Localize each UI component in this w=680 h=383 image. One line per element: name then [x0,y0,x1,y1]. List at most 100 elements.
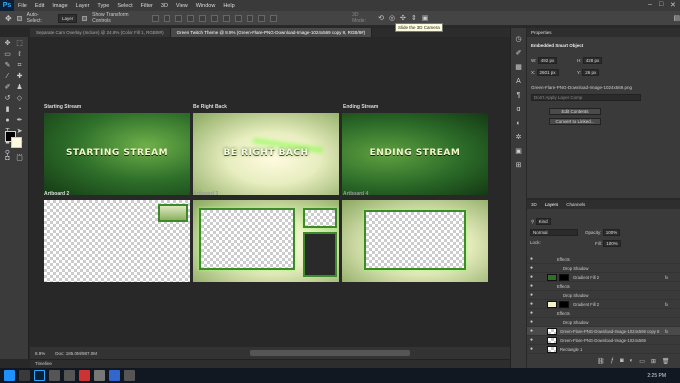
visibility-eye-icon[interactable]: ● [530,302,535,307]
properties-tab[interactable]: Properties [527,28,680,37]
align-left-icon[interactable] [187,14,195,22]
visibility-eye-icon[interactable]: ● [530,266,535,271]
path-select-icon[interactable]: ➤ [15,128,24,136]
layer-style-icon[interactable]: ƒ [611,358,614,365]
layer-row[interactable]: ● Effects [527,282,680,291]
layer-row[interactable]: ● Gradient Fill 2 fx [527,273,680,282]
styles-panel-icon[interactable]: ▣ [514,148,523,156]
layer-row[interactable]: ● Green-Flare-PNG-Download-Image-1024x569 [527,336,680,345]
marquee-tool-icon[interactable]: ▭ [3,51,12,59]
eraser-tool-icon[interactable]: ◇ [15,95,24,103]
artboard-label-starting[interactable]: Starting Stream [44,104,81,110]
visibility-eye-icon[interactable]: ● [530,293,535,298]
artboard-label-2[interactable]: Artboard 2 [44,191,69,197]
align-top-icon[interactable] [151,14,159,22]
horizontal-scrollbar[interactable] [250,350,410,356]
screen-mode-icon[interactable]: ▢ [15,155,24,163]
layer-row[interactable]: ● Effects [527,309,680,318]
pen-tool-icon[interactable]: ✒ [15,117,24,125]
menu-file[interactable]: File [14,3,31,9]
tab-3d[interactable]: 3D [531,200,537,209]
photoshop-taskbar-icon[interactable] [34,370,45,381]
opacity-field[interactable]: 100% [602,229,621,236]
chrome-taskbar-icon[interactable] [79,370,90,381]
maximize-icon[interactable]: □ [659,1,663,8]
new-group-icon[interactable]: ▭ [639,358,645,365]
close-icon[interactable]: ✕ [670,1,676,9]
menu-filter[interactable]: Filter [137,3,157,9]
visibility-eye-icon[interactable]: ● [530,338,535,343]
tab-layers[interactable]: Layers [545,200,559,209]
align-right-icon[interactable] [211,14,218,22]
tab-separate-cam-overlay[interactable]: Separate Cam Overlay (Inclure) @ 24.8% (… [30,28,171,37]
menu-type[interactable]: Type [93,3,113,9]
glyphs-panel-icon[interactable]: ɑ [514,106,523,114]
menu-image[interactable]: Image [48,3,71,9]
eyedropper-icon[interactable]: ⁄ [3,73,12,81]
menu-edit[interactable]: Edit [31,3,48,9]
brush-tool-icon[interactable]: ✐ [3,84,12,92]
artboard-4-canvas[interactable] [342,200,488,282]
quick-select-icon[interactable]: ✎ [3,62,12,70]
artboard-2-canvas[interactable] [44,200,190,282]
crop-tool-icon[interactable]: ⌗ [15,62,24,70]
healing-brush-icon[interactable]: ✚ [15,73,24,81]
artboard-3-canvas[interactable] [193,200,339,282]
layer-row[interactable]: ● Rectangle 1 [527,345,680,354]
layer-comp-dropdown[interactable]: Don't Apply Layer Comp [531,94,641,101]
auto-select-dropdown[interactable]: Layer [57,13,78,23]
minimize-icon[interactable]: – [648,1,652,8]
app-taskbar-icon[interactable] [64,370,75,381]
starting-stream-artboard[interactable]: STARTING STREAM [44,113,190,195]
layer-row[interactable]: ● Drop Shadow [527,264,680,273]
blur-tool-icon[interactable]: ◔ [15,106,24,114]
paragraph-panel-icon[interactable]: ¶ [514,92,523,100]
paths-panel-icon[interactable]: ✲ [514,134,523,142]
layer-row[interactable]: ● Effects [527,255,680,264]
add-mask-icon[interactable]: ◙ [620,358,624,365]
workspace-icon[interactable]: ▤ [673,14,680,22]
scale-3d-icon[interactable]: ▣ [422,14,429,22]
convert-to-linked-button[interactable]: Convert to Linked... [549,118,601,125]
timeline-panel[interactable]: Timeline [30,359,520,368]
character-panel-icon[interactable]: A [514,78,523,86]
transform-controls-checkbox[interactable] [82,15,88,21]
adjustments-panel-icon[interactable]: ◐ [514,120,523,128]
height-field[interactable]: 428 px [582,57,603,64]
fill-field[interactable]: 100% [603,240,621,247]
drag-3d-icon[interactable]: ✣ [400,14,406,22]
app-taskbar-icon[interactable] [109,370,120,381]
menu-3d[interactable]: 3D [157,3,172,9]
zoom-level[interactable]: 8.9% [35,351,45,356]
artboard-label-3[interactable]: Artboard 3 [193,191,218,197]
clock[interactable]: 2:25 PM [647,373,666,379]
artboard-label-brb[interactable]: Be Right Back [193,104,227,110]
new-layer-icon[interactable]: ⊞ [651,358,656,365]
menu-layer[interactable]: Layer [72,3,94,9]
align-center-icon[interactable] [199,14,206,22]
distribute-right-icon[interactable] [270,14,278,22]
visibility-eye-icon[interactable]: ● [530,284,535,289]
width-field[interactable]: 492 px [537,57,558,64]
layer-row[interactable]: ● Gradient Fill 2 fx [527,300,680,309]
dodge-tool-icon[interactable]: ● [3,117,12,125]
blend-mode-dropdown[interactable]: Normal [530,229,578,236]
info-panel-icon[interactable]: ⊞ [514,162,523,170]
artboard-label-4[interactable]: Artboard 4 [343,191,368,197]
align-middle-icon[interactable] [163,14,171,22]
layer-filter-dropdown[interactable]: Kind [535,218,551,225]
tab-green-twitch-theme[interactable]: Green Twitch Theme @ 8.9% (Green-Flare-P… [170,28,373,37]
tab-channels[interactable]: Channels [566,200,585,209]
layer-row[interactable]: ● Drop Shadow [527,291,680,300]
edit-contents-button[interactable]: Edit Contents [549,108,601,115]
move-tool-icon[interactable]: ✥ [5,14,12,23]
visibility-eye-icon[interactable]: ● [530,275,535,280]
distribute-top-icon[interactable] [222,14,230,22]
distribute-left-icon[interactable] [258,14,266,22]
distribute-bottom-icon[interactable] [246,14,254,22]
slide-3d-icon[interactable]: ⇕ [411,14,417,22]
be-right-back-artboard[interactable]: BE RIGHT BACH [193,113,339,195]
brush-panel-icon[interactable]: ✐ [514,50,523,58]
file-explorer-icon[interactable] [19,370,30,381]
layer-row-selected[interactable]: ● Green-Flare-PNG-Download-Image-1024x569… [527,327,680,336]
